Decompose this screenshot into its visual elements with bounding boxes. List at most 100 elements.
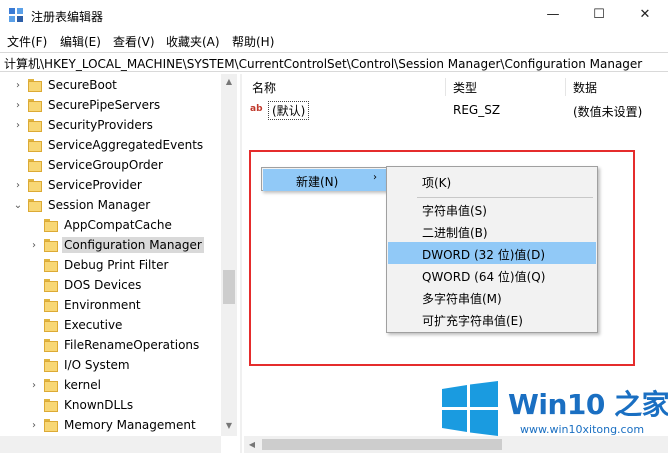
- submenu-item-label: 多字符串值(M): [422, 292, 502, 306]
- scroll-down-arrow-icon[interactable]: ▼: [221, 418, 237, 434]
- tree-item[interactable]: FileRenameOperations: [0, 336, 230, 356]
- submenu-item-dword-value[interactable]: DWORD (32 位)值(D): [388, 242, 596, 264]
- menu-help[interactable]: 帮助(H): [232, 33, 274, 50]
- menu-file[interactable]: 文件(F): [7, 33, 47, 50]
- scroll-thumb[interactable]: [223, 270, 235, 304]
- scroll-up-arrow-icon[interactable]: ▲: [221, 74, 237, 90]
- chevron-right-icon[interactable]: ›: [12, 99, 24, 113]
- submenu-item-multi-string-value[interactable]: 多字符串值(M): [388, 286, 596, 308]
- submenu-item-label: 二进制值(B): [422, 226, 488, 240]
- folder-icon: [28, 179, 42, 192]
- tree-item[interactable]: ServiceAggregatedEvents: [0, 136, 230, 156]
- submenu-item-string-value[interactable]: 字符串值(S): [388, 198, 596, 220]
- tree-item[interactable]: › kernel: [0, 376, 230, 396]
- minimize-button[interactable]: —: [530, 0, 576, 30]
- column-header-data[interactable]: 数据: [573, 79, 597, 96]
- chevron-right-icon[interactable]: ›: [28, 239, 40, 253]
- tree-item[interactable]: Environment: [0, 296, 230, 316]
- chevron-down-icon[interactable]: ⌄: [12, 199, 24, 213]
- column-divider[interactable]: [445, 78, 446, 96]
- tree-item-label: Session Manager: [48, 198, 151, 212]
- folder-icon: [44, 359, 58, 372]
- submenu-item-qword-value[interactable]: QWORD (64 位)值(Q): [388, 264, 596, 286]
- folder-icon: [44, 279, 58, 292]
- tree-item-label: ServiceProvider: [48, 178, 142, 192]
- tree-item-label: Environment: [64, 298, 141, 312]
- close-button[interactable]: ✕: [622, 0, 668, 30]
- menu-favorites[interactable]: 收藏夹(A): [166, 33, 220, 50]
- value-data: (数值未设置): [573, 105, 643, 119]
- address-bar[interactable]: 计算机\HKEY_LOCAL_MACHINE\SYSTEM\CurrentCon…: [0, 52, 668, 72]
- tree-item[interactable]: › ServiceProvider: [0, 176, 230, 196]
- folder-icon: [44, 239, 58, 252]
- tree-item-label: KnownDLLs: [64, 398, 134, 412]
- submenu-arrow-icon: ›: [373, 172, 377, 183]
- tree-item[interactable]: ⌄ Session Manager: [0, 196, 230, 216]
- menu-item-new-label: 新建(N): [296, 175, 339, 189]
- tree-item[interactable]: DOS Devices: [0, 276, 230, 296]
- chevron-right-icon[interactable]: ›: [12, 119, 24, 133]
- new-submenu: 项(K) 字符串值(S) 二进制值(B) DWORD (32 位)值(D) QW…: [386, 166, 598, 333]
- tree-item-label: SecurePipeServers: [48, 98, 161, 112]
- folder-icon: [28, 119, 42, 132]
- tree-item-label: SecureBoot: [48, 78, 117, 92]
- chevron-right-icon[interactable]: ›: [28, 419, 40, 433]
- window-title: 注册表编辑器: [31, 10, 104, 24]
- tree-item[interactable]: KnownDLLs: [0, 396, 230, 416]
- submenu-item-key[interactable]: 项(K): [388, 170, 596, 192]
- submenu-item-expandable-string-value[interactable]: 可扩充字符串值(E): [388, 308, 596, 330]
- column-header-name[interactable]: 名称: [252, 79, 276, 96]
- string-value-icon: ab: [250, 104, 263, 114]
- menu-view[interactable]: 查看(V): [113, 33, 155, 50]
- tree-item[interactable]: › Configuration Manager: [0, 236, 230, 256]
- tree-item-label: kernel: [64, 378, 101, 392]
- value-name[interactable]: (默认): [268, 101, 310, 120]
- chevron-right-icon[interactable]: ›: [12, 179, 24, 193]
- tree-item[interactable]: › Memory Management: [0, 416, 230, 436]
- scroll-left-arrow-icon[interactable]: ◀: [244, 436, 260, 453]
- chevron-right-icon[interactable]: ›: [28, 379, 40, 393]
- tree-item-label: FileRenameOperations: [64, 338, 200, 352]
- folder-icon: [28, 99, 42, 112]
- tree-item[interactable]: › SecurePipeServers: [0, 96, 230, 116]
- context-menu: 新建(N) ›: [261, 167, 389, 191]
- tree-item-label: ServiceAggregatedEvents: [48, 138, 204, 152]
- folder-icon: [44, 219, 58, 232]
- title-bar: 注册表编辑器 — ☐ ✕: [0, 0, 668, 30]
- regedit-app-icon: [9, 8, 23, 22]
- tree-item[interactable]: Executive: [0, 316, 230, 336]
- submenu-item-key-label: 项(K): [422, 176, 452, 190]
- tree-item-label: Configuration Manager: [62, 237, 204, 253]
- tree-item[interactable]: Debug Print Filter: [0, 256, 230, 276]
- folder-icon: [28, 159, 42, 172]
- tree-item[interactable]: › SecureBoot: [0, 76, 230, 96]
- tree-item[interactable]: ServiceGroupOrder: [0, 156, 230, 176]
- tree-horizontal-scrollbar[interactable]: [0, 436, 221, 453]
- folder-icon: [44, 419, 58, 432]
- windows-logo-icon: [442, 381, 498, 436]
- chevron-right-icon[interactable]: ›: [12, 79, 24, 93]
- submenu-item-label: 可扩充字符串值(E): [422, 314, 523, 328]
- pane-splitter[interactable]: [240, 74, 242, 453]
- column-header-type[interactable]: 类型: [453, 79, 477, 96]
- tree-item-label: I/O System: [64, 358, 130, 372]
- tree-item-label: SecurityProviders: [48, 118, 153, 132]
- tree-item[interactable]: AppCompatCache: [0, 216, 230, 236]
- watermark-url: www.win10xitong.com: [520, 423, 645, 436]
- value-type: REG_SZ: [453, 103, 501, 117]
- address-path[interactable]: 计算机\HKEY_LOCAL_MACHINE\SYSTEM\CurrentCon…: [4, 55, 642, 72]
- submenu-item-binary-value[interactable]: 二进制值(B): [388, 220, 596, 242]
- folder-icon: [28, 199, 42, 212]
- site-watermark: Win10 之家 www.win10xitong.com: [436, 377, 668, 453]
- tree-item[interactable]: I/O System: [0, 356, 230, 376]
- tree-item-label: Memory Management: [64, 418, 196, 432]
- tree-item-label: Debug Print Filter: [64, 258, 169, 272]
- submenu-item-label: DWORD (32 位)值(D): [422, 248, 545, 262]
- menu-item-new[interactable]: 新建(N) ›: [263, 169, 387, 191]
- tree-vertical-scrollbar[interactable]: ▲ ▼: [221, 74, 237, 436]
- column-divider[interactable]: [565, 78, 566, 96]
- value-row[interactable]: ab (默认) REG_SZ (数值未设置): [244, 100, 668, 120]
- tree-item[interactable]: › SecurityProviders: [0, 116, 230, 136]
- menu-edit[interactable]: 编辑(E): [60, 33, 101, 50]
- maximize-button[interactable]: ☐: [576, 0, 622, 30]
